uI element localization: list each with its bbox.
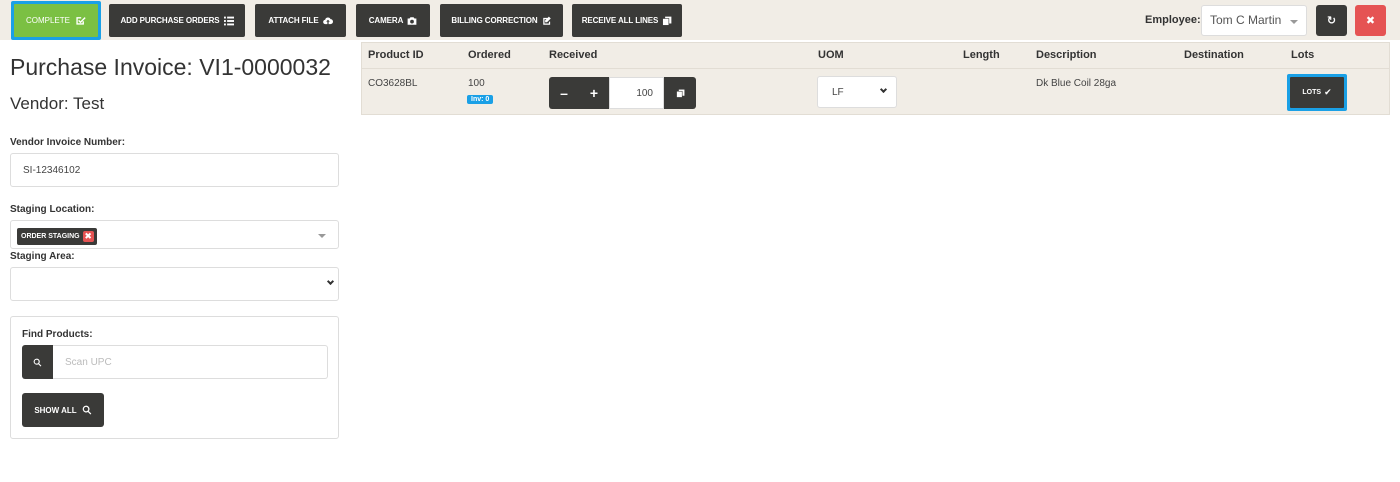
- attach-file-button[interactable]: ATTACH FILE: [255, 4, 346, 37]
- chevron-down-icon: [326, 277, 335, 286]
- find-products-label: Find Products:: [22, 329, 93, 340]
- search-button[interactable]: [22, 345, 53, 379]
- copy-icon: [662, 16, 672, 26]
- uom-value: LF: [832, 87, 844, 98]
- chevron-down-icon: [879, 85, 888, 94]
- uom-select[interactable]: LF: [817, 76, 897, 108]
- camera-label: CAMERA: [368, 16, 404, 25]
- header-ordered: Ordered: [468, 49, 511, 61]
- employee-select[interactable]: Tom C Martin: [1201, 5, 1307, 36]
- scan-upc-placeholder: Scan UPC: [65, 357, 112, 368]
- edit-check-icon: [76, 17, 86, 25]
- scan-upc-input[interactable]: Scan UPC: [53, 345, 328, 379]
- vendor-invoice-label: Vendor Invoice Number:: [10, 137, 126, 148]
- decrement-button[interactable]: –: [549, 77, 579, 109]
- billing-correction-button[interactable]: BILLING CORRECTION: [440, 4, 563, 37]
- search-icon: [82, 405, 91, 415]
- header-length: Length: [963, 49, 1000, 61]
- remove-tag-icon[interactable]: ✖: [82, 231, 94, 242]
- staging-location-label: Staging Location:: [10, 204, 95, 215]
- caret-down-icon: [318, 234, 326, 238]
- inventory-badge: Inv: 0: [467, 95, 494, 104]
- check-icon: ✔: [1324, 87, 1332, 97]
- employee-label: Employee:: [1145, 14, 1201, 26]
- cell-product-id: CO3628BL: [368, 78, 418, 89]
- close-button[interactable]: ✖: [1355, 5, 1386, 36]
- employee-value: Tom C Martin: [1210, 13, 1282, 27]
- lots-label: LOTS: [1302, 89, 1322, 96]
- cloud-upload-icon: [322, 16, 333, 24]
- header-received: Received: [549, 49, 598, 61]
- lots-button-focus-ring: LOTS ✔: [1287, 74, 1347, 111]
- receiving-lines-table: Product ID Ordered Received UOM Length D…: [361, 42, 1390, 115]
- header-lots: Lots: [1291, 49, 1315, 61]
- staging-location-tag: ORDER STAGING ✖: [17, 228, 97, 245]
- add-purchase-orders-label: ADD PURCHASE ORDERS: [120, 16, 220, 25]
- header-product-id: Product ID: [368, 49, 424, 61]
- refresh-icon: ↻: [1326, 15, 1337, 27]
- staging-area-label: Staging Area:: [10, 251, 75, 262]
- page-title: Purchase Invoice: VI1-0000032: [10, 54, 331, 80]
- refresh-button[interactable]: ↻: [1316, 5, 1347, 36]
- camera-icon: [407, 16, 417, 25]
- staging-location-tag-label: ORDER STAGING: [21, 233, 80, 240]
- search-icon: [33, 358, 42, 367]
- vendor-name: Vendor: Test: [10, 94, 105, 113]
- find-products-panel: Find Products: Scan UPC SHOW ALL: [10, 316, 339, 439]
- list-icon: [223, 16, 234, 25]
- lots-button[interactable]: LOTS ✔: [1290, 77, 1344, 108]
- receive-all-lines-label: RECEIVE ALL LINES: [581, 16, 659, 25]
- close-icon: ✖: [1365, 15, 1376, 27]
- header-destination: Destination: [1184, 49, 1244, 61]
- camera-button[interactable]: CAMERA: [356, 4, 430, 37]
- header-uom: UOM: [818, 49, 844, 61]
- cell-description: Dk Blue Coil 28ga: [1036, 78, 1117, 89]
- complete-button[interactable]: COMPLETE: [14, 4, 98, 37]
- vendor-invoice-value: SI-12346102: [23, 165, 81, 176]
- table-row: CO3628BL 100 Inv: 0 – + 100 LF Dk Blue C…: [362, 68, 1389, 114]
- vendor-invoice-input[interactable]: SI-12346102: [10, 153, 339, 187]
- edit-icon: [542, 16, 551, 25]
- copy-icon: [675, 89, 684, 98]
- staging-area-select[interactable]: [10, 267, 339, 301]
- attach-file-label: ATTACH FILE: [268, 16, 319, 25]
- caret-down-icon: [1290, 20, 1298, 24]
- received-quantity-input[interactable]: 100: [609, 77, 664, 109]
- show-all-label: SHOW ALL: [34, 405, 77, 415]
- top-toolbar: COMPLETE ADD PURCHASE ORDERS ATTACH FILE…: [0, 0, 1400, 40]
- complete-label: COMPLETE: [25, 16, 70, 25]
- increment-button[interactable]: +: [579, 77, 609, 109]
- show-all-button[interactable]: SHOW ALL: [22, 393, 104, 427]
- cell-ordered: 100: [468, 78, 485, 89]
- add-purchase-orders-button[interactable]: ADD PURCHASE ORDERS: [109, 4, 245, 37]
- billing-correction-label: BILLING CORRECTION: [451, 16, 538, 25]
- header-description: Description: [1036, 49, 1097, 61]
- receive-all-lines-button[interactable]: RECEIVE ALL LINES: [572, 4, 682, 37]
- complete-button-focus-ring: COMPLETE: [11, 1, 101, 40]
- received-quantity-stepper: – + 100: [549, 77, 696, 109]
- copy-quantity-button[interactable]: [664, 77, 696, 109]
